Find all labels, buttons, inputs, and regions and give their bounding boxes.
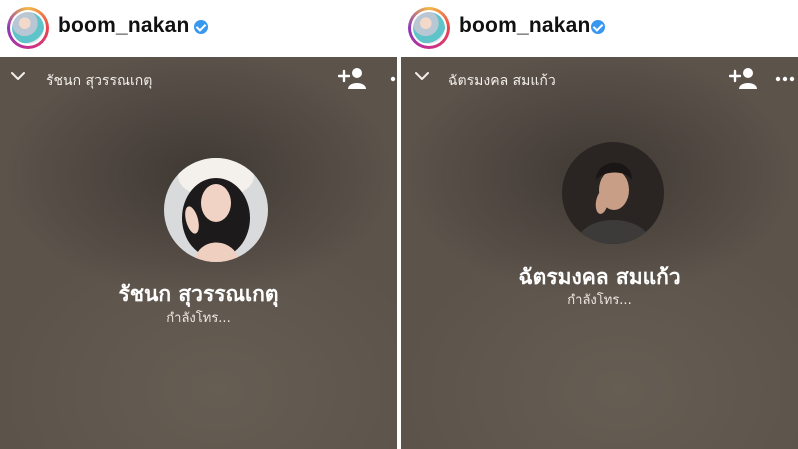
add-person-icon[interactable]	[729, 67, 759, 89]
instagram-header: boom_nakan	[0, 0, 397, 57]
call-top-bar: ฉัตรมงคล สมแก้ว	[401, 57, 798, 97]
call-top-bar: รัชนก สุวรรณเกตุ	[0, 57, 397, 97]
verified-badge-icon	[591, 20, 605, 34]
more-dots-icon[interactable]	[390, 76, 397, 82]
call-screenshot-left: boom_nakan รัชนก สุวรรณเกตุ รัชนก สุวรรณ…	[0, 0, 397, 449]
call-status: กำลังโทร...	[166, 311, 231, 326]
profile-avatar[interactable]	[408, 7, 450, 49]
callee-profile-photo	[562, 142, 664, 244]
username[interactable]: boom_nakan	[459, 14, 591, 38]
call-screen: ฉัตรมงคล สมแก้ว ฉัตรมงคล สมแก้ว กำลังโทร…	[401, 57, 798, 449]
call-status: กำลังโทร...	[567, 293, 632, 308]
chevron-down-icon[interactable]	[415, 69, 429, 83]
call-contact-name: รัชนก สุวรรณเกตุ	[46, 73, 153, 89]
call-contact-name: ฉัตรมงคล สมแก้ว	[448, 73, 556, 89]
verified-badge-icon	[194, 20, 208, 34]
callee-profile-photo	[164, 158, 268, 262]
instagram-header: boom_nakan	[401, 0, 798, 57]
add-person-icon[interactable]	[338, 67, 368, 89]
username[interactable]: boom_nakan	[58, 14, 190, 38]
more-dots-icon[interactable]	[775, 76, 795, 82]
call-screenshot-right: boom_nakan ฉัตรมงคล สมแก้ว ฉัตรมงคล สมแก…	[401, 0, 798, 449]
call-screen: รัชนก สุวรรณเกตุ รัชนก สุวรรณเกตุ กำลังโ…	[0, 57, 397, 449]
chevron-down-icon[interactable]	[11, 69, 25, 83]
profile-avatar[interactable]	[7, 7, 49, 49]
